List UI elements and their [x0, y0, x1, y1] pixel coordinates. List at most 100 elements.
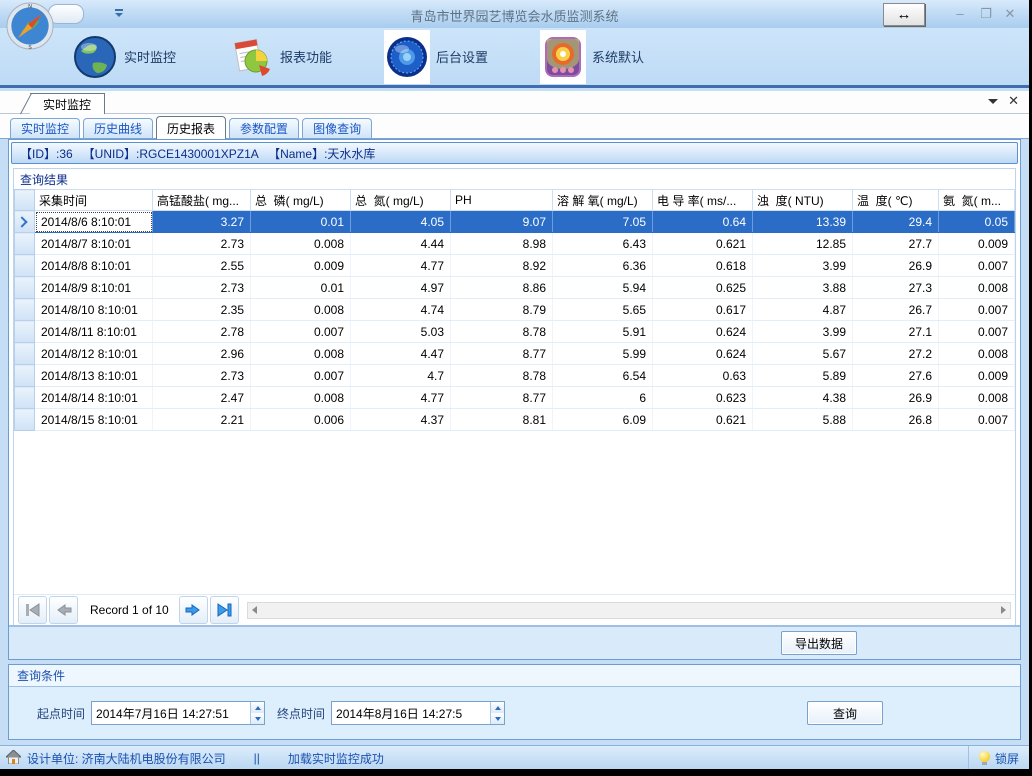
- cell-value[interactable]: 2.73: [153, 365, 251, 387]
- cell-sample-time[interactable]: 2014/8/7 8:10:01: [35, 233, 153, 255]
- start-time-spinner[interactable]: [250, 702, 264, 724]
- col-header-permanganate[interactable]: 高锰酸盐( mg...: [153, 190, 251, 211]
- cell-value[interactable]: 0.623: [653, 387, 753, 409]
- col-header-ammonia-nitrogen[interactable]: 氨 氮( m...: [939, 190, 1015, 211]
- row-selector-cell[interactable]: [15, 277, 35, 299]
- cell-value[interactable]: 8.86: [451, 277, 553, 299]
- cell-value[interactable]: 27.7: [853, 233, 939, 255]
- cell-value[interactable]: 26.9: [853, 255, 939, 277]
- cell-value[interactable]: 0.008: [939, 343, 1015, 365]
- table-row[interactable]: 2014/8/11 8:10:012.780.0075.038.785.910.…: [15, 321, 1015, 343]
- subtab-parameter-config[interactable]: 参数配置: [229, 118, 299, 138]
- cell-value[interactable]: 8.81: [451, 409, 553, 431]
- resize-width-button[interactable]: ↔: [883, 3, 925, 26]
- cell-value[interactable]: 4.44: [351, 233, 451, 255]
- cell-value[interactable]: 0.64: [653, 211, 753, 233]
- lock-screen-button[interactable]: 锁屏: [968, 746, 1029, 769]
- cell-value[interactable]: 3.88: [753, 277, 853, 299]
- cell-value[interactable]: 0.009: [251, 255, 351, 277]
- cell-sample-time[interactable]: 2014/8/8 8:10:01: [35, 255, 153, 277]
- cell-value[interactable]: 8.79: [451, 299, 553, 321]
- first-record-button[interactable]: [18, 596, 47, 624]
- cell-value[interactable]: 27.1: [853, 321, 939, 343]
- cell-sample-time[interactable]: 2014/8/11 8:10:01: [35, 321, 153, 343]
- col-header-time[interactable]: 采集时间: [35, 190, 153, 211]
- cell-value[interactable]: 0.007: [939, 321, 1015, 343]
- table-row[interactable]: 2014/8/10 8:10:012.350.0084.748.795.650.…: [15, 299, 1015, 321]
- cell-value[interactable]: 0.63: [653, 365, 753, 387]
- cell-value[interactable]: 3.99: [753, 321, 853, 343]
- scroll-right-icon[interactable]: [1001, 606, 1006, 614]
- cell-value[interactable]: 5.88: [753, 409, 853, 431]
- col-header-temperature[interactable]: 温 度( ℃): [853, 190, 939, 211]
- export-data-button[interactable]: 导出数据: [781, 631, 857, 655]
- cell-value[interactable]: 6.36: [553, 255, 653, 277]
- cell-value[interactable]: 12.85: [753, 233, 853, 255]
- cell-value[interactable]: 6: [553, 387, 653, 409]
- cell-value[interactable]: 6.09: [553, 409, 653, 431]
- cell-sample-time[interactable]: 2014/8/6 8:10:01: [35, 211, 153, 233]
- tab-realtime-monitor[interactable]: 实时监控: [30, 93, 105, 114]
- cell-value[interactable]: 7.05: [553, 211, 653, 233]
- cell-value[interactable]: 0.618: [653, 255, 753, 277]
- tab-list-dropdown-icon[interactable]: [988, 99, 998, 104]
- cell-sample-time[interactable]: 2014/8/13 8:10:01: [35, 365, 153, 387]
- table-row[interactable]: 2014/8/9 8:10:012.730.014.978.865.940.62…: [15, 277, 1015, 299]
- cell-value[interactable]: 2.78: [153, 321, 251, 343]
- row-selector-cell[interactable]: [15, 409, 35, 431]
- cell-value[interactable]: 0.007: [251, 365, 351, 387]
- cell-value[interactable]: 5.03: [351, 321, 451, 343]
- table-row[interactable]: 2014/8/6 8:10:013.270.014.059.077.050.64…: [15, 211, 1015, 233]
- cell-value[interactable]: 2.21: [153, 409, 251, 431]
- subtab-history-report[interactable]: 历史报表: [156, 116, 226, 139]
- cell-value[interactable]: 4.38: [753, 387, 853, 409]
- cell-value[interactable]: 0.01: [251, 277, 351, 299]
- cell-value[interactable]: 4.7: [351, 365, 451, 387]
- cell-value[interactable]: 0.617: [653, 299, 753, 321]
- subtab-image-query[interactable]: 图像查询: [302, 118, 372, 138]
- minimize-button[interactable]: –: [949, 5, 971, 23]
- close-button[interactable]: ✕: [999, 5, 1021, 23]
- cell-value[interactable]: 0.05: [939, 211, 1015, 233]
- cell-value[interactable]: 27.3: [853, 277, 939, 299]
- previous-record-button[interactable]: [49, 596, 78, 624]
- cell-value[interactable]: 2.55: [153, 255, 251, 277]
- row-selector-cell[interactable]: [15, 255, 35, 277]
- cell-value[interactable]: 2.96: [153, 343, 251, 365]
- tab-close-icon[interactable]: ✕: [1008, 94, 1019, 108]
- end-time-spinner[interactable]: [490, 702, 504, 724]
- cell-value[interactable]: 27.6: [853, 365, 939, 387]
- cell-value[interactable]: 3.99: [753, 255, 853, 277]
- cell-value[interactable]: 5.91: [553, 321, 653, 343]
- last-record-button[interactable]: [210, 596, 239, 624]
- cell-value[interactable]: 0.006: [251, 409, 351, 431]
- col-header-ph[interactable]: PH: [451, 190, 553, 211]
- cell-value[interactable]: 27.2: [853, 343, 939, 365]
- compass-app-icon[interactable]: N S: [6, 2, 54, 50]
- cell-value[interactable]: 4.97: [351, 277, 451, 299]
- cell-value[interactable]: 6.43: [553, 233, 653, 255]
- table-row[interactable]: 2014/8/12 8:10:012.960.0084.478.775.990.…: [15, 343, 1015, 365]
- row-selector-cell[interactable]: [15, 233, 35, 255]
- cell-value[interactable]: 29.4: [853, 211, 939, 233]
- table-row[interactable]: 2014/8/15 8:10:012.210.0064.378.816.090.…: [15, 409, 1015, 431]
- cell-value[interactable]: 0.621: [653, 233, 753, 255]
- cell-value[interactable]: 4.74: [351, 299, 451, 321]
- cell-value[interactable]: 0.008: [251, 343, 351, 365]
- cell-value[interactable]: 0.624: [653, 321, 753, 343]
- col-header-conductivity[interactable]: 电 导 率( ms/...: [653, 190, 753, 211]
- cell-sample-time[interactable]: 2014/8/9 8:10:01: [35, 277, 153, 299]
- end-time-input[interactable]: 2014年8月16日 14:27:5: [331, 701, 505, 725]
- cell-value[interactable]: 0.007: [251, 321, 351, 343]
- cell-value[interactable]: 8.98: [451, 233, 553, 255]
- cell-value[interactable]: 0.624: [653, 343, 753, 365]
- cell-value[interactable]: 0.007: [939, 255, 1015, 277]
- cell-value[interactable]: 0.008: [251, 299, 351, 321]
- row-selector-cell[interactable]: [15, 387, 35, 409]
- cell-value[interactable]: 2.35: [153, 299, 251, 321]
- cell-value[interactable]: 5.65: [553, 299, 653, 321]
- table-row[interactable]: 2014/8/13 8:10:012.730.0074.78.786.540.6…: [15, 365, 1015, 387]
- cell-value[interactable]: 0.625: [653, 277, 753, 299]
- cell-value[interactable]: 2.47: [153, 387, 251, 409]
- toolbar-realtime-monitor-button[interactable]: 实时监控: [72, 34, 176, 80]
